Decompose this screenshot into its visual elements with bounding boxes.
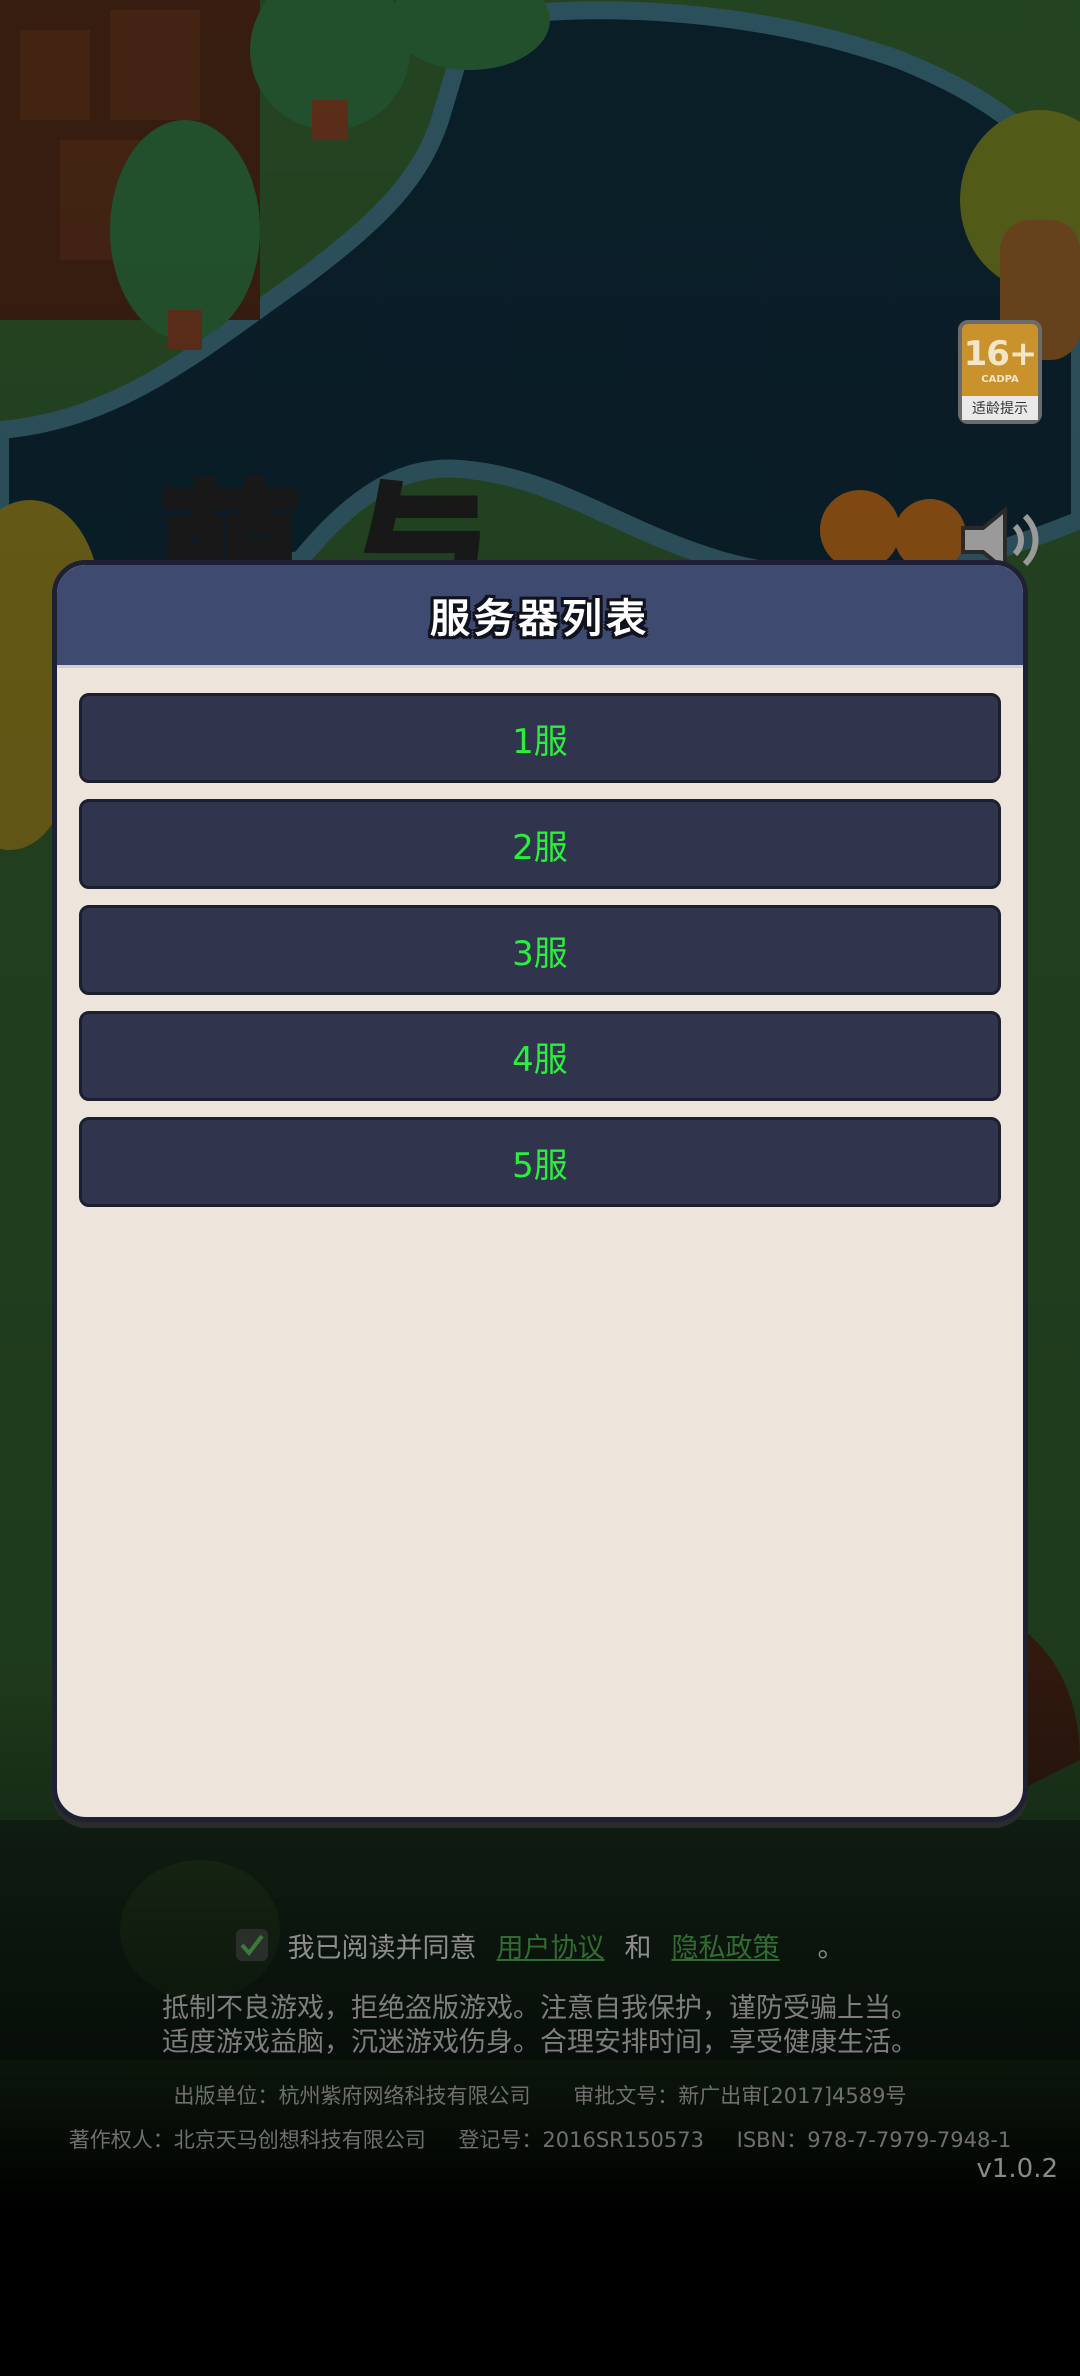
server-button-4[interactable]: 4服	[79, 1011, 1001, 1101]
server-button-3[interactable]: 3服	[79, 905, 1001, 995]
dialog-header: 服务器列表	[57, 565, 1023, 668]
server-label: 4服	[512, 1039, 568, 1080]
publisher-info: 出版单位：杭州紫府网络科技有限公司 审批文号：新广出审[2017]4589号	[0, 2080, 1080, 2110]
checkmark-icon	[239, 1934, 264, 1957]
agreement-and: 和	[624, 1932, 652, 1964]
server-label: 3服	[512, 933, 568, 974]
age-rating-label: 适龄提示	[962, 396, 1038, 420]
publisher-text: 出版单位：杭州紫府网络科技有限公司	[173, 2084, 531, 2108]
isbn-text: ISBN：978-7-7979-7948-1	[736, 2128, 1012, 2152]
agreement-prefix: 我已阅读并同意	[287, 1932, 477, 1964]
server-button-5[interactable]: 5服	[79, 1117, 1001, 1207]
server-list-dialog: 服务器列表 1服 2服 3服 4服 5服	[52, 560, 1028, 1822]
age-rating-value: 16+	[963, 334, 1038, 374]
registration-number-text: 登记号：2016SR150573	[458, 2128, 704, 2152]
dialog-title: 服务器列表	[430, 595, 650, 642]
agreement-suffix: 。	[817, 1932, 845, 1964]
server-list: 1服 2服 3服 4服 5服	[57, 668, 1023, 1207]
approval-number-text: 审批文号：新广出审[2017]4589号	[573, 2084, 907, 2108]
version-label: v1.0.2	[976, 2154, 1058, 2184]
agreement-checkbox[interactable]	[235, 1929, 268, 1961]
server-label: 1服	[512, 721, 568, 762]
copyright-holder-text: 著作权人：北京天马创想科技有限公司	[68, 2128, 426, 2152]
copyright-info: 著作权人：北京天马创想科技有限公司 登记号：2016SR150573 ISBN：…	[0, 2124, 1080, 2154]
user-agreement-link[interactable]: 用户协议	[497, 1926, 605, 1965]
age-rating-badge[interactable]: 16+ CADPA 适龄提示	[958, 320, 1042, 424]
server-label: 2服	[512, 827, 568, 868]
health-notice-line-2: 适度游戏益脑，沉迷游戏伤身。合理安排时间，享受健康生活。	[162, 2027, 918, 2058]
server-button-1[interactable]: 1服	[79, 693, 1001, 783]
server-button-2[interactable]: 2服	[79, 799, 1001, 889]
privacy-policy-link[interactable]: 隐私政策	[672, 1926, 780, 1965]
agreement-row: 我已阅读并同意 用户协议 和 隐私政策 。	[0, 1920, 1080, 1970]
server-label: 5服	[512, 1145, 568, 1186]
age-rating-org: CADPA	[981, 374, 1019, 385]
health-notice: 抵制不良游戏，拒绝盗版游戏。注意自我保护，谨防受骗上当。 适度游戏益脑，沉迷游戏…	[0, 1992, 1080, 2060]
health-notice-line-1: 抵制不良游戏，拒绝盗版游戏。注意自我保护，谨防受骗上当。	[162, 1993, 918, 2024]
